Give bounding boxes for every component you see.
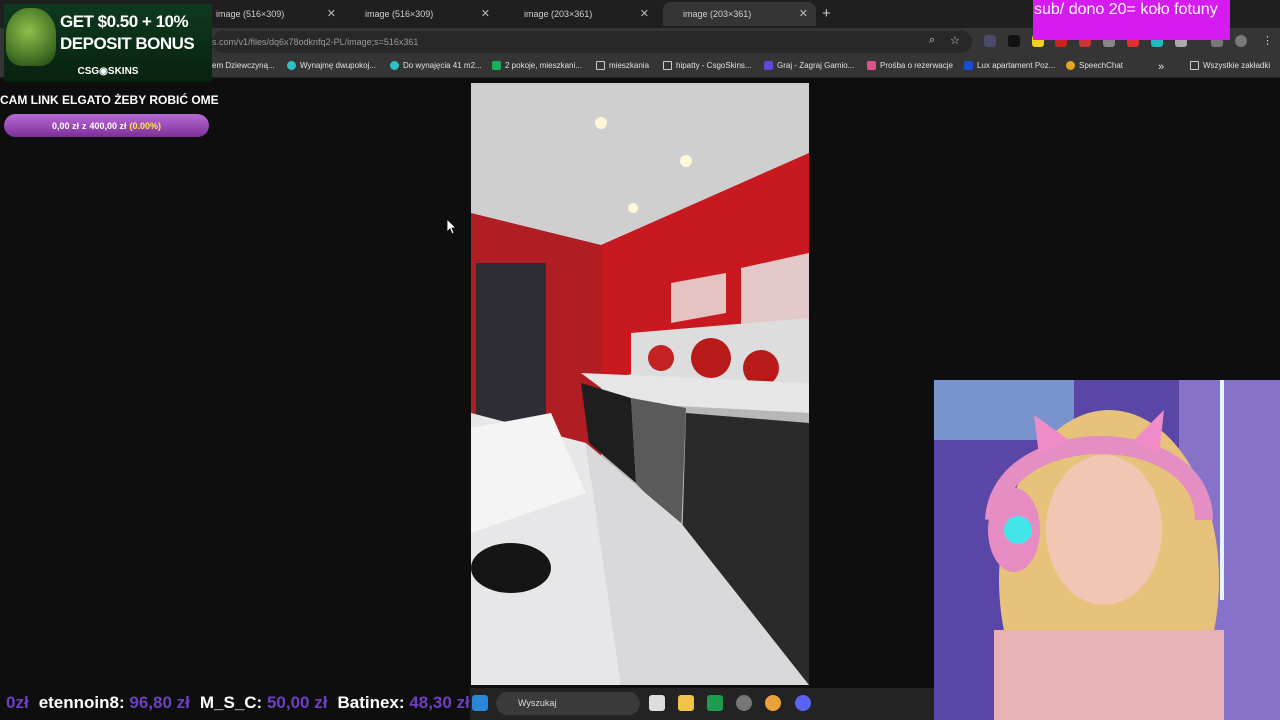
goal-separator: z: [81, 120, 87, 131]
browser-tab[interactable]: image (203×361) ✕: [504, 2, 657, 26]
kitchen-photo: [471, 83, 809, 685]
extension-icon[interactable]: [1008, 35, 1020, 47]
ticker-donor: Batinex:: [337, 693, 405, 712]
tab-title: image (516×309): [365, 9, 434, 19]
start-icon[interactable]: [472, 695, 488, 711]
bookmarks-overflow-button[interactable]: »: [1158, 61, 1164, 73]
task-view-icon[interactable]: [649, 695, 665, 711]
bookmark-item[interactable]: SpeechChat: [1066, 61, 1123, 70]
extension-icon[interactable]: [984, 35, 996, 47]
webcam-feed: [934, 380, 1280, 720]
bookmark-item[interactable]: Do wynajęcia 41 m2...: [390, 61, 482, 70]
site-icon: [764, 61, 773, 70]
bookmark-folder[interactable]: mieszkania: [596, 61, 649, 70]
tab-title: image (203×361): [683, 9, 752, 19]
browser-tab-active[interactable]: image (203×361) ✕: [663, 2, 816, 26]
close-icon[interactable]: ✕: [481, 7, 490, 20]
bookmark-item[interactable]: Lux apartament Poz...: [964, 61, 1055, 70]
goal-current: 0,00 zł: [51, 120, 79, 131]
bookmark-item[interactable]: hipatty - CsgoSkins...: [663, 61, 752, 70]
file-explorer-icon[interactable]: [678, 695, 694, 711]
site-icon: [867, 61, 876, 70]
bookmark-item[interactable]: Wynajmę dwupokoj...: [287, 61, 376, 70]
browser-tab[interactable]: image (516×309) ✕: [196, 2, 344, 26]
new-tab-button[interactable]: +: [822, 5, 831, 22]
tab-title: image (203×361): [524, 9, 593, 19]
site-icon: [964, 61, 973, 70]
page-icon: [663, 61, 672, 70]
goal-percent: (0.00%): [129, 120, 162, 131]
star-icon[interactable]: ☆: [950, 34, 960, 47]
ticker-donor: etennoin8:: [38, 693, 125, 712]
menu-icon[interactable]: ⋮: [1262, 34, 1273, 47]
csgoskins-ad-banner[interactable]: GET $0.50 + 10% DEPOSIT BONUS CSG◉SKINS: [4, 4, 212, 82]
obs-icon[interactable]: [736, 695, 752, 711]
ad-subheadline: DEPOSIT BONUS: [60, 34, 195, 53]
donation-ticker: 0zł etennoin8: 96,80 zł M_S_C: 50,00 zł …: [0, 688, 504, 718]
bookmark-item[interactable]: 2 pokoje, mieszkani...: [492, 61, 582, 70]
ticker-donor: M_S_C:: [199, 693, 263, 712]
profile-avatar[interactable]: [1235, 35, 1247, 47]
folder-icon: [1190, 61, 1199, 70]
ticker-amount: 50,00 zł: [266, 693, 328, 712]
donation-goal-title: CAM LINK ELGATO ŻEBY ROBIĆ OME: [0, 93, 219, 107]
ad-headline: GET $0.50 + 10%: [60, 12, 189, 31]
bookmark-item[interactable]: Prośba o rezerwacje: [867, 61, 953, 70]
taskbar-search-input[interactable]: Wyszukaj: [496, 692, 640, 715]
bookmark-item[interactable]: em Dziewczyną...: [212, 61, 275, 70]
tab-title: image (516×309): [216, 9, 285, 19]
all-bookmarks-button[interactable]: Wszystkie zakładki: [1190, 61, 1270, 70]
close-icon[interactable]: ✕: [327, 7, 336, 20]
goal-target: 400,00 zł: [89, 120, 127, 131]
discord-icon[interactable]: [795, 695, 811, 711]
folder-icon: [596, 61, 605, 70]
site-icon: [492, 61, 501, 70]
site-icon: [1066, 61, 1075, 70]
sub-alert-text: sub/ dono 20= koło fotuny: [1034, 1, 1218, 18]
donation-goal-bar: 0,00 zł z 400,00 zł (0.00%): [4, 114, 209, 137]
chrome-icon[interactable]: [765, 695, 781, 711]
zoom-icon[interactable]: ⌕: [929, 34, 935, 47]
mouse-cursor-icon: [447, 219, 457, 235]
ticker-amount: 96,80 zł: [129, 693, 190, 712]
mascot-image: [6, 8, 56, 66]
close-icon[interactable]: ✕: [640, 7, 649, 20]
url-text[interactable]: s.com/v1/files/dq6x78odknfq2-PL/image;s=…: [212, 37, 418, 47]
close-icon[interactable]: ✕: [799, 7, 808, 20]
ad-brand-logo: CSG◉SKINS: [77, 66, 139, 77]
bookmark-item[interactable]: Graj - Zagraj Gamio...: [764, 61, 854, 70]
store-icon[interactable]: [707, 695, 723, 711]
site-icon: [287, 61, 296, 70]
ticker-amount: 48,30 zł: [409, 693, 470, 712]
browser-tab[interactable]: image (516×309) ✕: [345, 2, 498, 26]
ticker-amount: 0zł: [6, 693, 29, 712]
site-icon: [390, 61, 399, 70]
